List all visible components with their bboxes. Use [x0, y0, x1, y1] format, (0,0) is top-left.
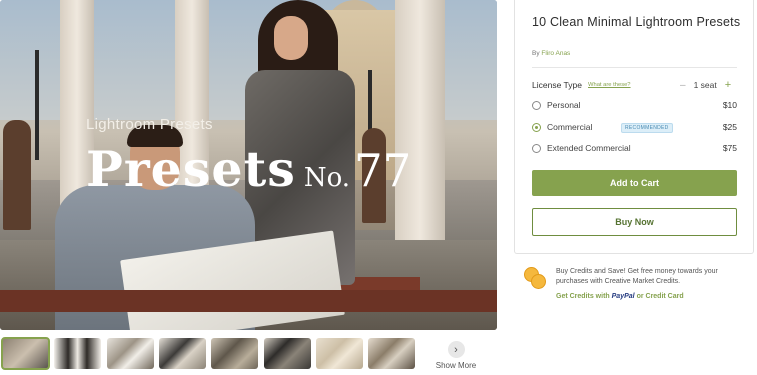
- radio-button[interactable]: [532, 144, 541, 153]
- hero-bench: [0, 290, 497, 312]
- credits-promo: Buy Credits and Save! Get free money tow…: [524, 266, 754, 306]
- show-more-label: Show More: [435, 361, 477, 370]
- thumbnail[interactable]: [107, 338, 154, 369]
- recommended-badge: RECOMMENDED: [621, 123, 673, 133]
- radio-button[interactable]: [532, 101, 541, 110]
- hero-title-number: 77: [354, 144, 412, 197]
- hero-title-main: Presets: [86, 140, 296, 198]
- license-option-commercial[interactable]: Commercial RECOMMENDED $25: [532, 121, 737, 135]
- product-hero-image[interactable]: Lightroom Presets Presets No.77: [0, 0, 497, 330]
- credits-text: Buy Credits and Save! Get free money tow…: [556, 268, 718, 285]
- purchase-panel: 10 Clean Minimal Lightroom Presets By Fl…: [514, 0, 754, 254]
- thumbnail[interactable]: [264, 338, 311, 369]
- thumbnail[interactable]: [159, 338, 206, 369]
- radio-button-selected[interactable]: [532, 123, 541, 132]
- license-option-extended[interactable]: Extended Commercial $75: [532, 142, 737, 156]
- thumbnail[interactable]: [1, 337, 50, 370]
- divider: [532, 67, 737, 68]
- seat-stepper: –1 seat +: [680, 79, 731, 91]
- plus-icon[interactable]: +: [725, 79, 731, 91]
- paypal-logo: PayPal: [611, 293, 635, 300]
- license-option-name: Personal: [547, 100, 581, 110]
- author-link[interactable]: Fliro Anas: [541, 50, 570, 57]
- license-option-name: Commercial: [547, 122, 593, 132]
- seat-count: 1 seat: [693, 80, 717, 90]
- license-option-price: $25: [722, 122, 737, 132]
- license-option-price: $10: [722, 100, 737, 110]
- thumbnail[interactable]: [54, 338, 101, 369]
- chevron-right-icon[interactable]: ›: [447, 341, 465, 358]
- product-byline: By Fliro Anas: [532, 50, 570, 57]
- hero-statue: [3, 120, 31, 230]
- product-title: 10 Clean Minimal Lightroom Presets: [532, 15, 741, 29]
- show-more-button[interactable]: › Show More: [434, 341, 478, 370]
- add-to-cart-button[interactable]: Add to Cart: [532, 170, 737, 196]
- license-option-personal[interactable]: Personal $10: [532, 99, 737, 113]
- thumbnail[interactable]: [316, 338, 363, 369]
- license-help-link[interactable]: What are these?: [588, 82, 631, 88]
- license-option-name: Extended Commercial: [547, 143, 631, 153]
- get-credits-suffix: or Credit Card: [636, 293, 684, 300]
- get-credits-prefix: Get Credits with: [556, 293, 610, 300]
- thumbnail[interactable]: [368, 338, 415, 369]
- get-credits-link[interactable]: Get Credits with PayPal or Credit Card: [556, 293, 684, 300]
- license-type-label: License Type: [532, 80, 582, 90]
- hero-subtitle: Lightroom Presets: [86, 116, 213, 133]
- license-option-price: $75: [722, 143, 737, 153]
- hero-lamp: [35, 50, 39, 160]
- hero-title-no: No.: [303, 163, 351, 193]
- minus-icon[interactable]: –: [680, 80, 686, 91]
- thumbnail[interactable]: [211, 338, 258, 369]
- hero-column: [395, 0, 445, 245]
- hero-title: Presets No.77: [86, 140, 411, 198]
- buy-now-button[interactable]: Buy Now: [532, 208, 737, 236]
- byline-prefix: By: [532, 50, 540, 57]
- coins-icon: [524, 267, 546, 289]
